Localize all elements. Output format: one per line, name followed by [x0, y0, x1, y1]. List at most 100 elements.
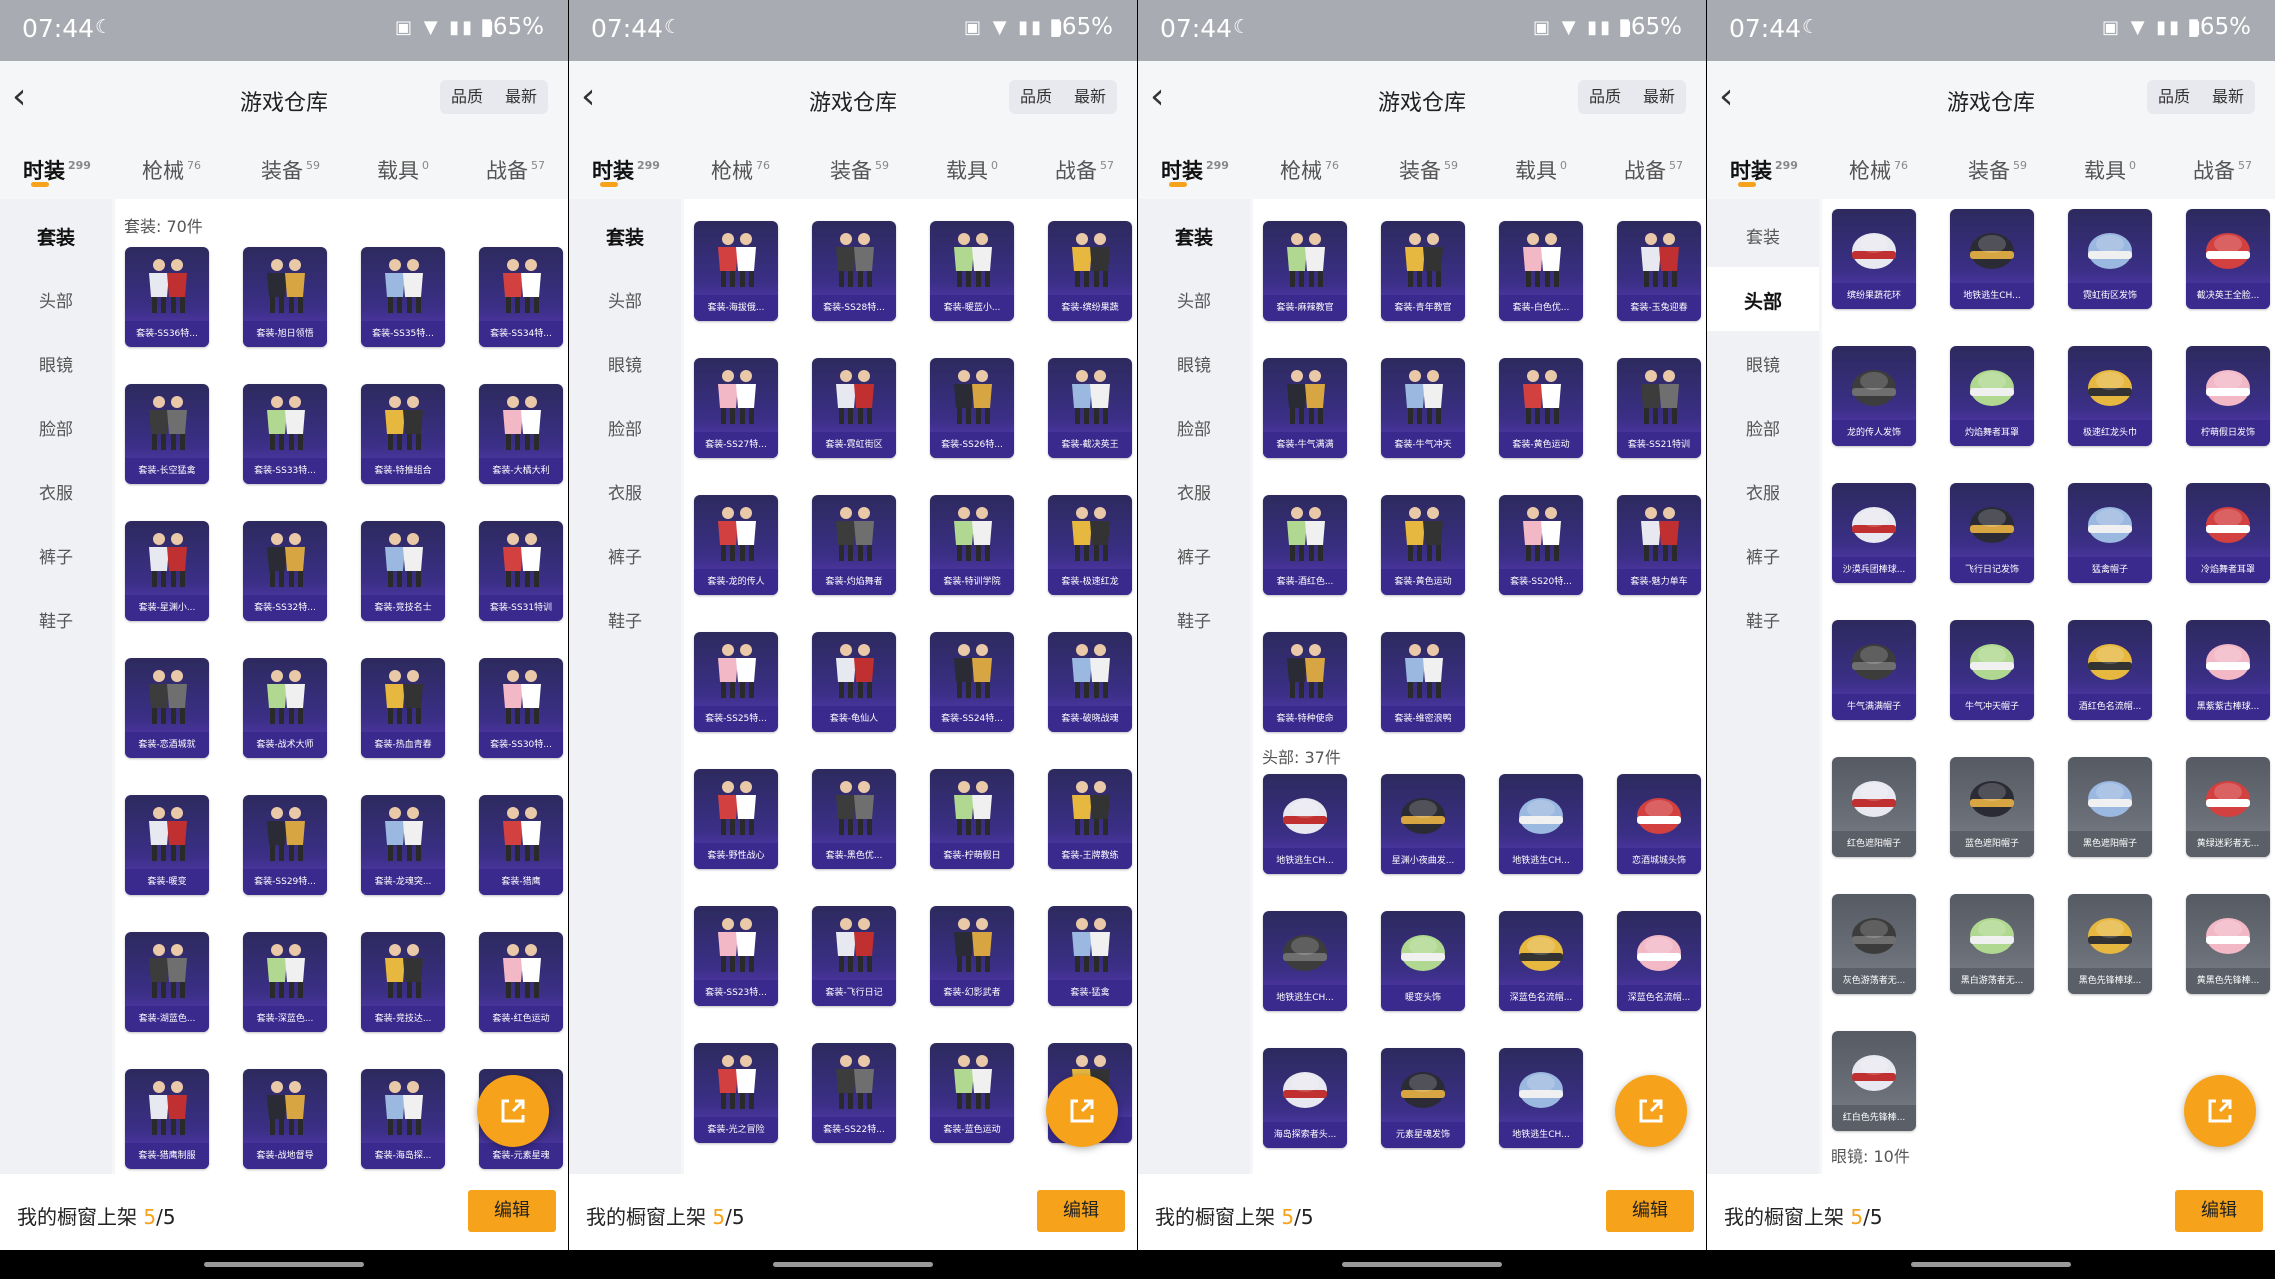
headwear-item-card[interactable]: 龙的传人发饰	[1832, 346, 1916, 446]
outfit-item-card[interactable]: 套装-战地督导	[243, 1069, 327, 1169]
outfit-item-card[interactable]: 套装-长空猛禽	[125, 384, 209, 484]
headwear-item-card[interactable]: 蓝色遮阳帽子	[1950, 757, 2034, 857]
outfit-item-card[interactable]: 套装-龟仙人	[812, 632, 896, 732]
home-gesture-pill[interactable]	[1911, 1262, 2071, 1267]
headwear-item-card[interactable]: 黑色遮阳帽子	[2068, 757, 2152, 857]
headwear-item-card[interactable]: 牛气满满帽子	[1832, 620, 1916, 720]
sidebar-item-1[interactable]: 头部	[0, 287, 112, 312]
outfit-item-card[interactable]: 套装-特推组合	[361, 384, 445, 484]
headwear-item-card[interactable]: 柠萌假日发饰	[2186, 346, 2270, 446]
headwear-item-card[interactable]: 酒红色名流帽...	[2068, 620, 2152, 720]
outfit-item-card[interactable]: 套装-战术大师	[243, 658, 327, 758]
tab-3[interactable]: 载具 0	[377, 155, 429, 185]
sidebar-item-6[interactable]: 鞋子	[0, 607, 112, 632]
edit-button[interactable]: 编辑	[1606, 1190, 1694, 1232]
tab-1[interactable]: 枪械 76	[142, 155, 201, 185]
sidebar-item-0[interactable]: 套装	[0, 223, 112, 250]
headwear-item-card[interactable]: 灰色游荡者无...	[1832, 894, 1916, 994]
outfit-item-card[interactable]: 套装-白色优...	[1499, 221, 1583, 321]
tab-2[interactable]: 装备 59	[830, 155, 889, 185]
outfit-item-card[interactable]: 套装-特训学院	[930, 495, 1014, 595]
outfit-item-card[interactable]: 套装-SS35特...	[361, 247, 445, 347]
tab-3[interactable]: 载具 0	[946, 155, 998, 185]
sidebar-item-6[interactable]: 鞋子	[569, 607, 681, 632]
outfit-item-card[interactable]: 套装-黄色运动	[1499, 358, 1583, 458]
outfit-item-card[interactable]: 套装-恋酒城就	[125, 658, 209, 758]
tab-0[interactable]: 时装 299	[592, 155, 660, 185]
outfit-item-card[interactable]: 套装-缤纷果蔬	[1048, 221, 1132, 321]
outfit-item-card[interactable]: 套装-湖蓝色...	[125, 932, 209, 1032]
filter-latest-button[interactable]: 最新	[1632, 80, 1686, 114]
home-gesture-pill[interactable]	[773, 1262, 933, 1267]
edit-button[interactable]: 编辑	[468, 1190, 556, 1232]
outfit-item-card[interactable]: 套装-蓝色运动	[930, 1043, 1014, 1143]
headwear-item-card[interactable]: 冷焰舞者耳罩	[2186, 483, 2270, 583]
headwear-item-card[interactable]: 元素星魂发饰	[1381, 1048, 1465, 1148]
headwear-item-card[interactable]: 牛气冲天帽子	[1950, 620, 2034, 720]
headwear-item-card[interactable]: 地铁逃生CH...	[1263, 911, 1347, 1011]
tab-1[interactable]: 枪械 76	[711, 155, 770, 185]
outfit-item-card[interactable]: 套装-王牌教练	[1048, 769, 1132, 869]
share-icon[interactable]	[477, 1075, 549, 1147]
outfit-item-card[interactable]: 套装-SS29特...	[243, 795, 327, 895]
share-icon[interactable]	[1046, 1075, 1118, 1147]
outfit-item-card[interactable]: 套装-青年教官	[1381, 221, 1465, 321]
outfit-item-card[interactable]: 套装-灼焰舞者	[812, 495, 896, 595]
home-gesture-pill[interactable]	[1342, 1262, 1502, 1267]
headwear-item-card[interactable]: 截决英王全脸...	[2186, 209, 2270, 309]
tab-3[interactable]: 载具 0	[2084, 155, 2136, 185]
share-icon[interactable]	[1615, 1075, 1687, 1147]
headwear-item-card[interactable]: 星渊小夜曲发...	[1381, 774, 1465, 874]
headwear-item-card[interactable]: 深蓝色名流帽...	[1617, 911, 1701, 1011]
outfit-item-card[interactable]: 套装-竞技达...	[361, 932, 445, 1032]
tab-4[interactable]: 战备 57	[1055, 155, 1114, 185]
outfit-item-card[interactable]: 套装-牛气冲天	[1381, 358, 1465, 458]
headwear-item-card[interactable]: 沙漠兵团棒球...	[1832, 483, 1916, 583]
outfit-item-card[interactable]: 套装-飞行日记	[812, 906, 896, 1006]
tab-2[interactable]: 装备 59	[1399, 155, 1458, 185]
outfit-item-card[interactable]: 套装-SS25特...	[694, 632, 778, 732]
tab-3[interactable]: 载具 0	[1515, 155, 1567, 185]
headwear-item-card[interactable]: 红白色先锋棒...	[1832, 1031, 1916, 1131]
tab-4[interactable]: 战备 57	[2193, 155, 2252, 185]
sidebar-item-4[interactable]: 衣服	[1707, 479, 1819, 504]
outfit-item-card[interactable]: 套装-魅力单车	[1617, 495, 1701, 595]
outfit-item-card[interactable]: 套装-大橘大利	[479, 384, 563, 484]
filter-quality-button[interactable]: 品质	[440, 80, 494, 114]
outfit-item-card[interactable]: 套装-深蓝色...	[243, 932, 327, 1032]
headwear-item-card[interactable]: 地铁逃生CH...	[1950, 209, 2034, 309]
outfit-item-card[interactable]: 套装-SS28特...	[812, 221, 896, 321]
sidebar-item-5[interactable]: 裤子	[0, 543, 112, 568]
sidebar-item-1[interactable]: 头部	[1138, 287, 1250, 312]
sidebar-item-5[interactable]: 裤子	[569, 543, 681, 568]
outfit-item-card[interactable]: 套装-光之冒险	[694, 1043, 778, 1143]
tab-2[interactable]: 装备 59	[1968, 155, 2027, 185]
outfit-item-card[interactable]: 套装-海拔俄...	[694, 221, 778, 321]
outfit-item-card[interactable]: 套装-SS23特...	[694, 906, 778, 1006]
tab-1[interactable]: 枪械 76	[1849, 155, 1908, 185]
outfit-item-card[interactable]: 套装-SS27特...	[694, 358, 778, 458]
outfit-item-card[interactable]: 套装-猎鹰	[479, 795, 563, 895]
outfit-item-card[interactable]: 套装-玉兔迎春	[1617, 221, 1701, 321]
tab-0[interactable]: 时装 299	[1730, 155, 1798, 185]
sidebar-item-2[interactable]: 眼镜	[1138, 351, 1250, 376]
outfit-item-card[interactable]: 套装-SS22特...	[812, 1043, 896, 1143]
outfit-item-card[interactable]: 套装-旭日领悟	[243, 247, 327, 347]
outfit-item-card[interactable]: 套装-SS26特...	[930, 358, 1014, 458]
filter-quality-button[interactable]: 品质	[1578, 80, 1632, 114]
outfit-item-card[interactable]: 套装-竞技名士	[361, 521, 445, 621]
outfit-item-card[interactable]: 套装-维密浪鸭	[1381, 632, 1465, 732]
outfit-item-card[interactable]: 套装-暖变	[125, 795, 209, 895]
filter-quality-button[interactable]: 品质	[2147, 80, 2201, 114]
outfit-item-card[interactable]: 套装-红色运动	[479, 932, 563, 1032]
headwear-item-card[interactable]: 黄黑色先锋棒...	[2186, 894, 2270, 994]
filter-quality-button[interactable]: 品质	[1009, 80, 1063, 114]
outfit-item-card[interactable]: 套装-霓虹街区	[812, 358, 896, 458]
sidebar-item-4[interactable]: 衣服	[0, 479, 112, 504]
headwear-item-card[interactable]: 缤纷果蔬花环	[1832, 209, 1916, 309]
sidebar-item-0[interactable]: 套装	[569, 223, 681, 250]
outfit-item-card[interactable]: 套装-龙魂突...	[361, 795, 445, 895]
outfit-item-card[interactable]: 套装-龙的传人	[694, 495, 778, 595]
outfit-item-card[interactable]: 套装-SS21特训	[1617, 358, 1701, 458]
share-icon[interactable]	[2184, 1075, 2256, 1147]
